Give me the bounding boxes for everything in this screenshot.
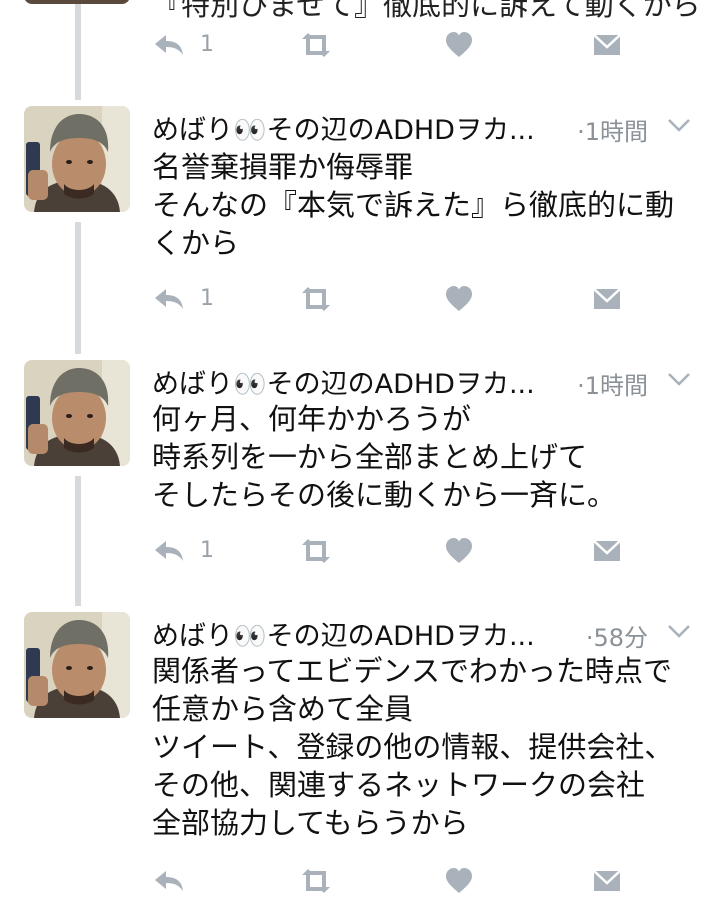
text-line: そしたらその後に動くから一斉に。 <box>152 478 617 512</box>
tweet-header: めばり👀その辺のADHDヲカ... ·1時間 <box>152 362 700 402</box>
tweet-header: めばり👀その辺のADHDヲカ... ·1時間 <box>152 108 700 148</box>
reply-icon[interactable] <box>152 866 186 896</box>
direct-message-icon[interactable] <box>592 284 622 314</box>
retweet-icon[interactable] <box>298 30 334 60</box>
like-icon[interactable] <box>444 30 474 60</box>
text-line: 全部協力してもらうから <box>152 806 469 840</box>
avatar[interactable] <box>24 106 130 212</box>
reply-count: 1 <box>200 286 214 311</box>
tweet-actions <box>152 866 632 896</box>
tweet-text: 名誉棄損罪か侮辱罪 そんなの『本気で訴えた』ら徹底的に動 くから <box>152 148 700 262</box>
text-line: くから <box>152 226 240 260</box>
avatar[interactable] <box>24 360 130 466</box>
direct-message-icon[interactable] <box>592 30 622 60</box>
reply-icon[interactable] <box>152 30 186 60</box>
tweet-actions: 1 <box>152 30 632 60</box>
text-line: そんなの『本気で訴えた』ら徹底的に動 <box>152 188 675 222</box>
chevron-down-icon[interactable] <box>666 620 692 642</box>
thread-line <box>75 222 81 354</box>
text-line: 名誉棄損罪か侮辱罪 <box>152 150 414 184</box>
text-line: 任意から含めて全員 <box>152 692 414 726</box>
chevron-down-icon[interactable] <box>666 368 692 390</box>
partial-tweet: 『特別ひませて』徹底的に訴えて動くから <box>0 0 720 30</box>
text-line: 何ヶ月、何年かかろうが <box>152 402 472 436</box>
reply-count: 1 <box>200 538 214 563</box>
text-line: 時系列を一から全部まとめ上げて <box>152 440 588 474</box>
tweet-text: 『特別ひませて』徹底的に訴えて動くから <box>152 0 701 22</box>
retweet-icon[interactable] <box>298 284 334 314</box>
retweet-icon[interactable] <box>298 866 334 896</box>
direct-message-icon[interactable] <box>592 536 622 566</box>
avatar[interactable] <box>24 0 130 4</box>
reply-count: 1 <box>200 32 214 57</box>
retweet-icon[interactable] <box>298 536 334 566</box>
display-name[interactable]: めばり👀その辺のADHDヲカ... <box>152 362 535 401</box>
tweet-header: めばり👀その辺のADHDヲカ... ·58分 <box>152 614 700 654</box>
tweet-actions: 1 <box>152 284 632 314</box>
chevron-down-icon[interactable] <box>666 114 692 136</box>
like-icon[interactable] <box>444 866 474 896</box>
like-icon[interactable] <box>444 536 474 566</box>
display-name[interactable]: めばり👀その辺のADHDヲカ... <box>152 614 535 653</box>
tweet-actions: 1 <box>152 536 632 566</box>
avatar[interactable] <box>24 612 130 718</box>
timestamp[interactable]: ·58分 <box>586 618 648 653</box>
tweet-text: 関係者ってエビデンスでわかった時点で 任意から含めて全員 ツイート、登録の他の情… <box>152 652 700 842</box>
thread-line <box>75 476 81 606</box>
text-line: 関係者ってエビデンスでわかった時点で <box>152 654 672 688</box>
tweet-text: 何ヶ月、何年かかろうが 時系列を一から全部まとめ上げて そしたらその後に動くから… <box>152 400 700 514</box>
like-icon[interactable] <box>444 284 474 314</box>
direct-message-icon[interactable] <box>592 866 622 896</box>
timestamp[interactable]: ·1時間 <box>577 112 648 147</box>
text-line: その他、関連するネットワークの会社 <box>152 768 646 802</box>
text-line: ツイート、登録の他の情報、提供会社、 <box>152 730 674 764</box>
reply-icon[interactable] <box>152 284 186 314</box>
timestamp[interactable]: ·1時間 <box>577 366 648 401</box>
reply-icon[interactable] <box>152 536 186 566</box>
display-name[interactable]: めばり👀その辺のADHDヲカ... <box>152 108 535 147</box>
